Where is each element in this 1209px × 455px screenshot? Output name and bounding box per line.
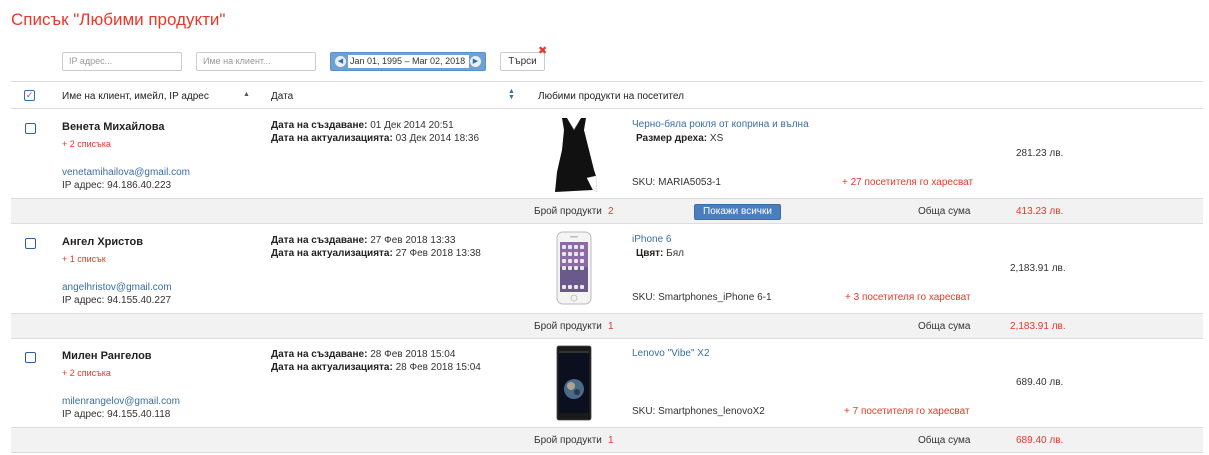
sort-toggle-icon[interactable]: ▲ ▼ [508,88,515,101]
table-row: Венета Михайлова + 2 списъка venetamihai… [11,109,1203,198]
total-label: Обща сума [918,321,971,332]
updated-date: 27 Фев 2018 13:38 [395,248,481,259]
created-date: 27 Фев 2018 13:33 [370,235,456,246]
product-sku: SKU: Smartphones_iPhone 6-1 [632,292,772,303]
product-price: 2,183.91 лв. [1010,263,1066,274]
client-column-header[interactable]: Име на клиент, имейл, IP адрес [62,91,209,102]
product-count: 2 [608,206,614,217]
created-label: Дата на създаване: [271,120,368,131]
row-dates: Дата на създаване: 01 Дек 2014 20:51 Дат… [271,119,479,145]
total-value: 689.40 лв. [1016,435,1064,446]
sort-asc-icon[interactable]: ▲ [243,91,250,98]
date-column-header[interactable]: Дата [271,91,293,102]
table-row: Милен Рангелов + 2 списъка milenrangelov… [11,338,1203,427]
updated-date: 03 Дек 2014 18:36 [395,133,480,144]
ip-filter-input[interactable]: IP адрес... [62,52,182,71]
client-name-filter-input[interactable]: Име на клиент... [196,52,316,71]
client-email[interactable]: angelhristov@gmail.com [62,282,172,293]
updated-label: Дата на актуализацията: [271,362,393,373]
product-sku: SKU: MARIA5053-1 [632,177,721,188]
prev-range-icon[interactable]: ◀ [335,56,346,67]
dress-image[interactable] [549,114,599,192]
product-count: 1 [608,321,614,332]
product-attribute: Размер дреха: XS [636,133,723,144]
client-name: Венета Михайлова [62,121,165,133]
show-all-button[interactable]: Покажи всички [694,204,781,220]
total-value: 413.23 лв. [1016,206,1064,217]
client-name: Милен Рангелов [62,350,152,362]
products-column-header: Любими продукти на посетител [538,91,684,102]
updated-label: Дата на актуализацията: [271,248,393,259]
updated-label: Дата на актуализацията: [271,133,393,144]
next-range-icon[interactable]: ▶ [470,56,481,67]
client-email[interactable]: milenrangelov@gmail.com [62,396,180,407]
product-likes[interactable]: + 27 посетителя го харесват [842,177,973,188]
created-label: Дата на създаване: [271,349,368,360]
client-ip: IP адрес: 94.155.40.227 [62,295,172,306]
product-count-label: Брой продукти [534,321,602,332]
total-label: Обща сума [918,435,971,446]
client-lists-link[interactable]: + 1 списък [62,254,106,264]
attribute-value: Бял [666,248,684,259]
client-name: Ангел Христов [62,236,143,248]
row-checkbox[interactable] [25,238,36,249]
total-label: Обща сума [918,206,971,217]
select-all-checkbox[interactable]: ✓ [24,90,35,101]
attribute-value: XS [709,133,724,144]
table-header: ✓ Име на клиент, имейл, IP адрес ▲ Дата … [11,81,1203,109]
row-dates: Дата на създаване: 28 Фев 2018 15:04 Дат… [271,348,481,374]
product-price: 281.23 лв. [1016,148,1064,159]
date-range-picker[interactable]: ◀ Jan 01, 1995 – Mar 02, 2018 ▶ [330,52,486,71]
product-name-link[interactable]: Черно-бяла рокля от коприна и вълна [632,119,809,130]
row-checkbox[interactable] [25,352,36,363]
client-lists-link[interactable]: + 2 списъка [62,139,111,149]
product-sku: SKU: Smartphones_lenovoX2 [632,406,765,417]
product-count-label: Брой продукти [534,206,602,217]
clear-filters-icon[interactable]: ✖ [538,46,547,57]
product-attribute: Цвят: Бял [636,248,684,259]
updated-date: 28 Фев 2018 15:04 [395,362,481,373]
row-dates: Дата на създаване: 27 Фев 2018 13:33 Дат… [271,234,481,260]
iphone-image[interactable] [549,229,599,307]
client-email[interactable]: venetamihailova@gmail.com [62,167,190,178]
created-label: Дата на създаване: [271,235,368,246]
page-title: Списък "Любими продукти" [11,10,226,29]
created-date: 01 Дек 2014 20:51 [370,120,454,131]
lenovo-phone-image[interactable] [549,343,599,421]
product-name-link[interactable]: Lenovo "Vibe" X2 [632,348,710,359]
total-value: 2,183.91 лв. [1010,321,1066,332]
summary-row: Брой продукти 1 Обща сума 2,183.91 лв. [11,313,1203,339]
table-row: Ангел Христов + 1 списък angelhristov@gm… [11,224,1203,313]
row-checkbox[interactable] [25,123,36,134]
client-lists-link[interactable]: + 2 списъка [62,368,111,378]
attribute-label: Цвят: [636,248,664,259]
product-name-link[interactable]: iPhone 6 [632,234,671,245]
product-likes[interactable]: + 3 посетителя го харесват [845,292,971,303]
product-price: 689.40 лв. [1016,377,1064,388]
product-count: 1 [608,435,614,446]
product-count-label: Брой продукти [534,435,602,446]
summary-row: Брой продукти 1 Обща сума 689.40 лв. [11,427,1203,453]
summary-row: Брой продукти 2 Покажи всички Обща сума … [11,198,1203,224]
date-range-value[interactable]: Jan 01, 1995 – Mar 02, 2018 [348,55,469,68]
client-ip: IP адрес: 94.186.40.223 [62,180,172,191]
client-ip: IP адрес: 94.155.40.118 [62,409,171,420]
attribute-label: Размер дреха: [636,133,708,144]
product-likes[interactable]: + 7 посетителя го харесват [844,406,970,417]
created-date: 28 Фев 2018 15:04 [370,349,456,360]
